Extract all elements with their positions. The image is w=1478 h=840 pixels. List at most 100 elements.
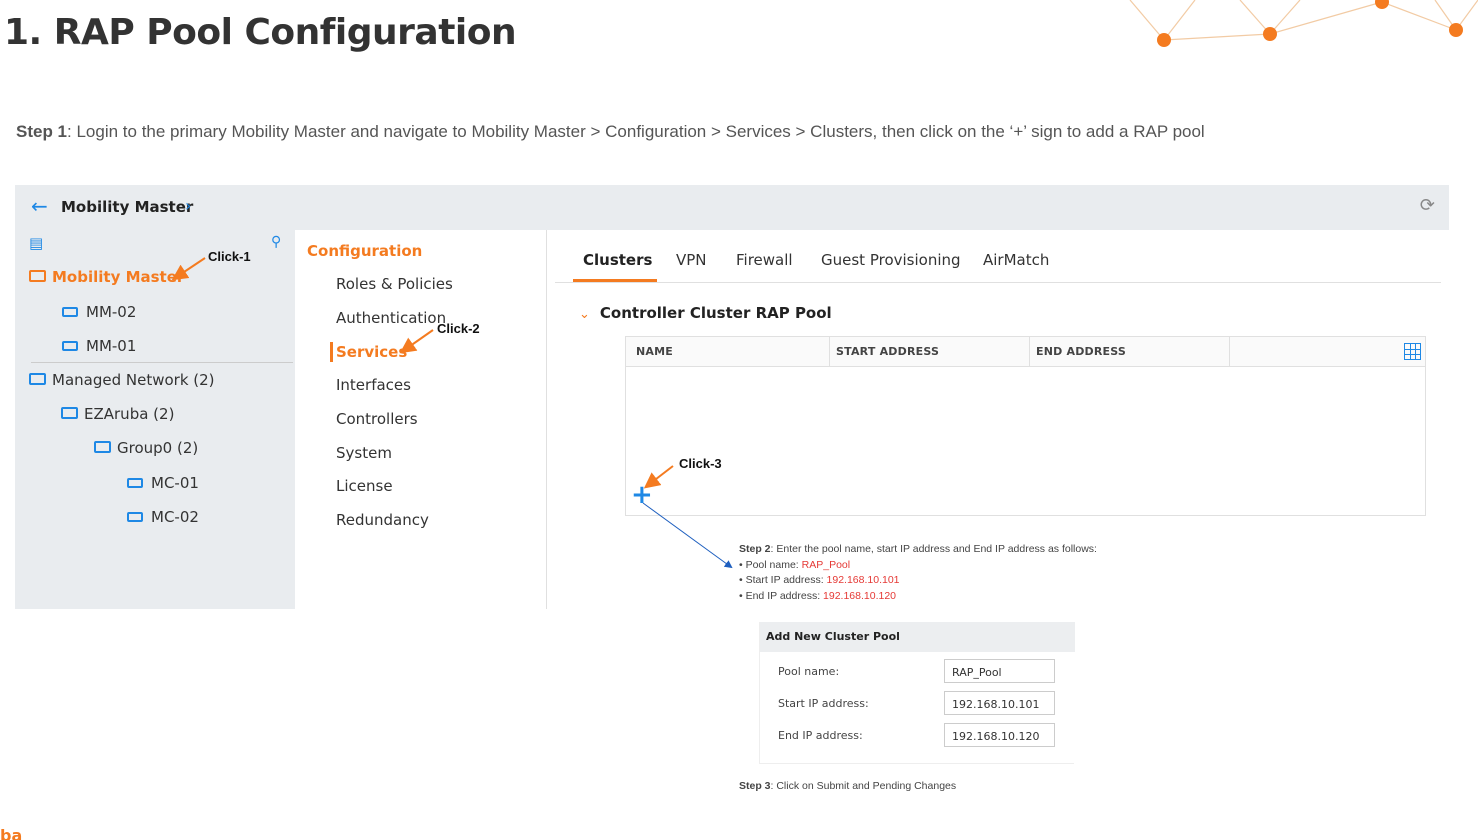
device-icon — [62, 340, 78, 351]
tree-item-group0[interactable]: Group0 (2) — [94, 439, 198, 457]
tab-vpn[interactable]: VPN — [676, 251, 707, 269]
pool-name-field[interactable]: RAP_Pool — [944, 659, 1055, 683]
menu-item-controllers[interactable]: Controllers — [336, 410, 418, 428]
table-header: NAME START ADDRESS END ADDRESS — [626, 337, 1425, 367]
column-header-name[interactable]: NAME — [636, 345, 673, 358]
end-ip-label: End IP address: — [778, 729, 863, 742]
column-header-end-address[interactable]: END ADDRESS — [1036, 345, 1126, 358]
folder-open-icon — [29, 372, 46, 385]
callout-click2: Click-2 — [437, 321, 480, 336]
step2-start-label: • Start IP address: — [739, 574, 827, 586]
chevron-down-icon[interactable]: ⌄ — [579, 307, 590, 322]
step2-pool-value: RAP_Pool — [801, 558, 851, 571]
deco-node — [1449, 23, 1463, 37]
menu-item-services[interactable]: Services — [336, 343, 407, 361]
step3-instruction: Step 3: Click on Submit and Pending Chan… — [739, 780, 956, 792]
tree-item-mc-01[interactable]: MC-01 — [127, 474, 199, 492]
step2-pool-line: • Pool name: RAP_Pool — [739, 558, 1097, 574]
folder-open-icon — [61, 406, 78, 419]
step2-label: Step 2 — [739, 543, 771, 555]
column-header-start-address[interactable]: START ADDRESS — [836, 345, 939, 358]
slide-title: 1. RAP Pool Configuration — [4, 12, 517, 53]
brand-logo-fragment: ba — [0, 826, 23, 840]
step2-instruction: Step 2: Enter the pool name, start IP ad… — [739, 542, 1097, 604]
step3-label: Step 3 — [739, 780, 771, 792]
dialog-header: Add New Cluster Pool — [760, 622, 1075, 652]
tree-item-label: MM-01 — [86, 337, 137, 355]
tree-item-ezaruba[interactable]: EZAruba (2) — [61, 405, 174, 423]
menu-item-redundancy[interactable]: Redundancy — [336, 511, 429, 529]
step2-text: : Enter the pool name, start IP address … — [770, 543, 1097, 555]
deco-node — [1375, 0, 1389, 9]
tree-item-label: EZAruba (2) — [84, 405, 175, 423]
callout-click3: Click-3 — [679, 456, 722, 471]
menu-item-interfaces[interactable]: Interfaces — [336, 376, 411, 394]
tab-guest-provisioning[interactable]: Guest Provisioning — [821, 251, 961, 269]
tree-item-mobility-master[interactable]: Mobility Master — [29, 268, 184, 286]
start-ip-field[interactable]: 192.168.10.101 — [944, 691, 1055, 715]
tree-item-mm-02[interactable]: MM-02 — [62, 303, 136, 321]
breadcrumb-mobility-master[interactable]: Mobility Master — [61, 198, 193, 216]
step2-start-line: • Start IP address: 192.168.10.101 — [739, 573, 1097, 589]
network-decoration — [1129, 0, 1478, 47]
section-header[interactable]: ⌄ Controller Cluster RAP Pool — [579, 304, 832, 322]
active-indicator — [330, 342, 333, 362]
step1-instruction: Step 1: Login to the primary Mobility Ma… — [16, 122, 1205, 142]
configuration-menu: Configuration Roles & Policies Authentic… — [295, 230, 547, 609]
step2-end-line: • End IP address: 192.168.10.120 — [739, 589, 1097, 605]
tab-airmatch[interactable]: AirMatch — [983, 251, 1049, 269]
tree-item-label: MC-02 — [151, 508, 199, 526]
step2-pool-label: • Pool name: — [739, 558, 802, 571]
tree-item-label: Managed Network (2) — [52, 371, 215, 389]
device-icon — [127, 477, 143, 488]
tree-item-label: MC-01 — [151, 474, 199, 492]
tree-item-mc-02[interactable]: MC-02 — [127, 508, 199, 526]
device-icon — [62, 306, 78, 317]
step2-end-value: 192.168.10.120 — [823, 589, 897, 602]
dialog-title: Add New Cluster Pool — [766, 630, 900, 643]
menu-item-authentication[interactable]: Authentication — [336, 309, 446, 327]
add-pool-button[interactable]: + — [631, 482, 653, 508]
configuration-heading[interactable]: Configuration — [307, 242, 422, 260]
top-bar: ← Mobility Master › ⟳ — [15, 185, 1449, 230]
tree-item-label: Mobility Master — [52, 268, 185, 286]
chevron-right-icon[interactable]: › — [185, 196, 191, 215]
tree-collapse-icon[interactable]: ▤ — [29, 234, 43, 252]
start-ip-label: Start IP address: — [778, 697, 869, 710]
step3-text: : Click on Submit and Pending Changes — [770, 780, 957, 792]
step2-end-label: • End IP address: — [739, 589, 824, 602]
folder-open-icon — [29, 269, 46, 282]
column-settings-icon[interactable] — [1404, 343, 1421, 360]
column-divider — [1229, 337, 1230, 367]
tree-item-mm-01[interactable]: MM-01 — [62, 337, 136, 355]
step2-start-value: 192.168.10.101 — [826, 574, 900, 586]
step2-heading: Step 2: Enter the pool name, start IP ad… — [739, 542, 1097, 558]
device-icon — [127, 511, 143, 522]
folder-open-icon — [94, 440, 111, 453]
tree-item-label: MM-02 — [86, 303, 137, 321]
deco-node — [1263, 27, 1277, 41]
callout-click1: Click-1 — [208, 249, 251, 264]
search-icon[interactable]: ⚲ — [271, 234, 281, 250]
end-ip-field[interactable]: 192.168.10.120 — [944, 723, 1055, 747]
tab-clusters[interactable]: Clusters — [583, 251, 652, 269]
section-title: Controller Cluster RAP Pool — [599, 304, 832, 322]
active-tab-underline — [573, 279, 657, 282]
tab-bar: Clusters VPN Firewall Guest Provisioning… — [555, 245, 1441, 283]
refresh-icon[interactable]: ⟳ — [1420, 195, 1435, 216]
menu-item-license[interactable]: License — [336, 477, 393, 495]
tree-item-label: Group0 (2) — [117, 439, 199, 457]
menu-item-roles-policies[interactable]: Roles & Policies — [336, 275, 453, 293]
tree-item-managed-network[interactable]: Managed Network (2) — [29, 371, 215, 389]
divider — [31, 362, 293, 363]
column-divider — [829, 337, 830, 367]
tab-firewall[interactable]: Firewall — [736, 251, 793, 269]
deco-node — [1157, 33, 1171, 47]
menu-item-system[interactable]: System — [336, 444, 392, 462]
column-divider — [1029, 337, 1030, 367]
add-cluster-pool-dialog: Add New Cluster Pool Pool name: RAP_Pool… — [759, 622, 1075, 764]
rap-pool-table: NAME START ADDRESS END ADDRESS — [625, 336, 1426, 516]
arrow-left-icon[interactable]: ← — [31, 195, 48, 217]
step1-text: : Login to the primary Mobility Master a… — [67, 122, 1205, 141]
sidebar: ▤ ⚲ Mobility Master MM-02 MM-01 Managed … — [15, 230, 295, 609]
